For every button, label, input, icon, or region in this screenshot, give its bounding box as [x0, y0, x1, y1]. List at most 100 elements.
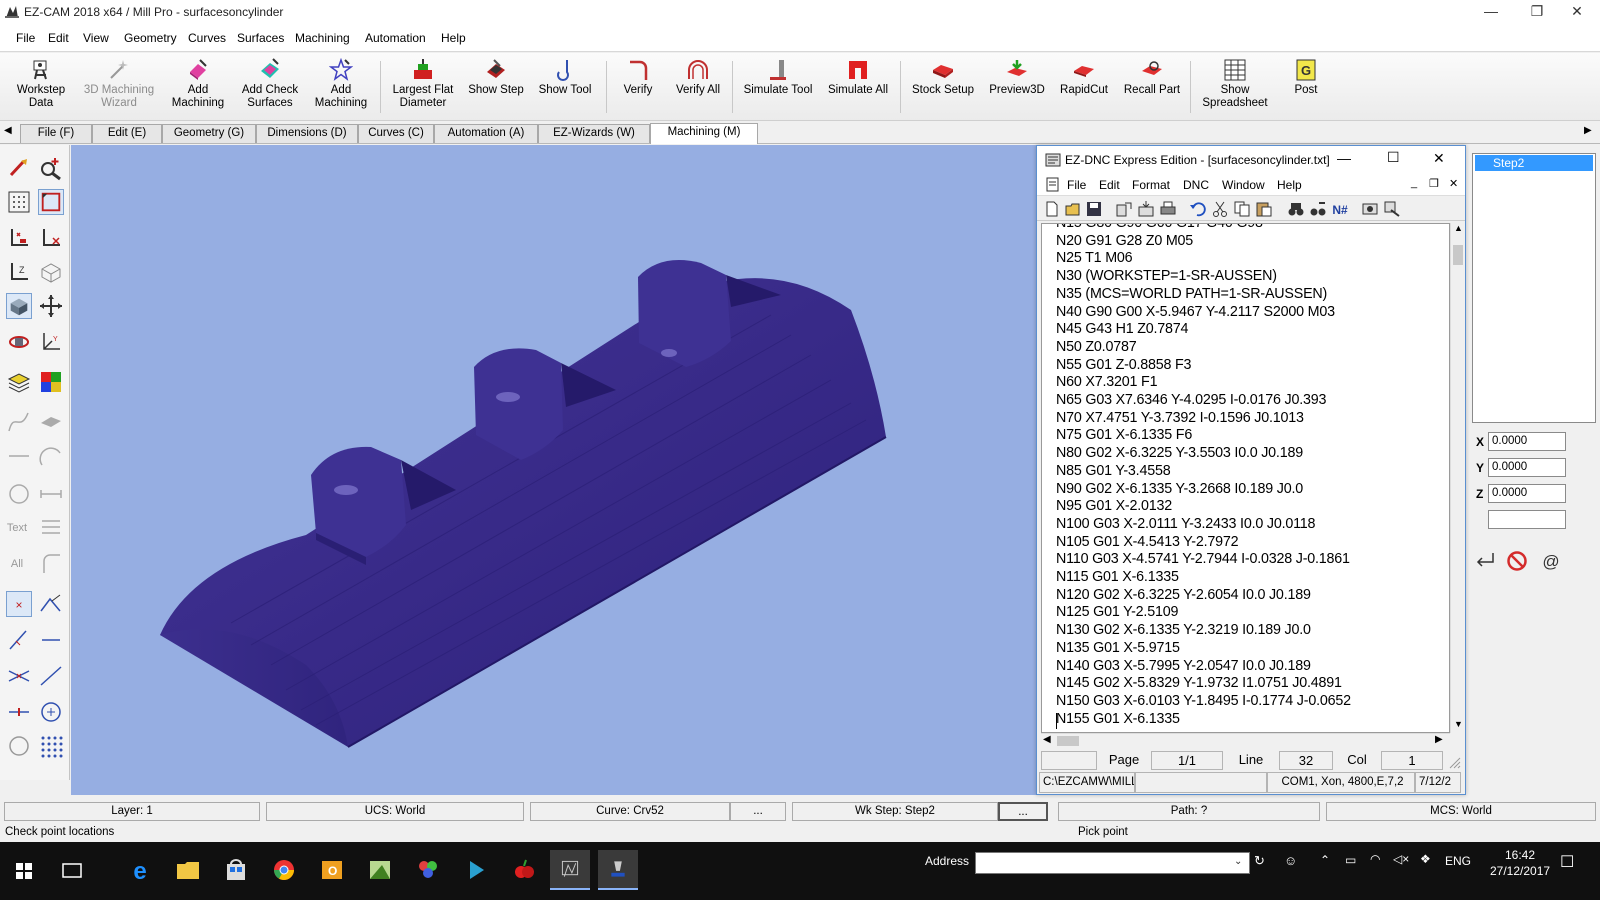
- nc-code-line[interactable]: N85 G01 Y-3.4558: [1056, 463, 1351, 481]
- dnc-child-restore-button[interactable]: ❐: [1429, 177, 1439, 190]
- dnc-menu-help[interactable]: Help: [1277, 178, 1302, 192]
- cut-icon[interactable]: [1211, 200, 1229, 218]
- dnc-menu-window[interactable]: Window: [1222, 178, 1265, 192]
- horizontal-snap-icon[interactable]: [38, 627, 64, 653]
- dnc-close-button[interactable]: ✕: [1433, 150, 1445, 167]
- open-folder-icon[interactable]: [1064, 200, 1082, 218]
- workstep-more-button[interactable]: ...: [998, 802, 1048, 821]
- x-coordinate-field[interactable]: 0.0000: [1488, 432, 1566, 451]
- workstep-status[interactable]: Wk Step: Step2: [792, 802, 998, 821]
- ezcam-taskbar-icon[interactable]: [550, 850, 590, 890]
- colorful-app-icon[interactable]: [408, 850, 448, 890]
- menu-machining[interactable]: Machining: [295, 31, 350, 45]
- scroll-left-icon[interactable]: ◀: [1043, 734, 1051, 745]
- preview3d-button[interactable]: Preview3D: [984, 56, 1050, 118]
- z-coordinate-field[interactable]: 0.0000: [1488, 484, 1566, 503]
- at-relative-icon[interactable]: @: [1540, 550, 1562, 572]
- refresh-icon[interactable]: ↻: [1254, 853, 1265, 869]
- tangent-snap-icon[interactable]: [6, 627, 32, 653]
- menu-automation[interactable]: Automation: [365, 31, 426, 45]
- largest-flat-diameter-button[interactable]: Largest Flat Diameter: [388, 56, 458, 118]
- editor-horizontal-scrollbar[interactable]: ◀ ▶: [1041, 733, 1450, 748]
- dnc-child-minimize-button[interactable]: _: [1411, 177, 1417, 189]
- scroll-right-icon[interactable]: ▶: [1435, 734, 1443, 745]
- text-tool[interactable]: Text: [4, 515, 30, 541]
- layer-status[interactable]: Layer: 1: [4, 802, 260, 821]
- add-machining-star-button[interactable]: Add Machining: [310, 56, 372, 118]
- nc-code-line[interactable]: N105 G01 X-4.5413 Y-2.7972: [1056, 534, 1351, 552]
- tabs-scroll-left-icon[interactable]: ◀: [4, 125, 12, 136]
- nc-code-line[interactable]: N100 G03 X-2.0111 Y-3.2433 I0.0 J0.0118: [1056, 516, 1351, 534]
- renumber-icon[interactable]: N#: [1331, 200, 1349, 218]
- receive-icon[interactable]: [1137, 200, 1155, 218]
- fruit-app-icon[interactable]: [504, 850, 544, 890]
- vertical-scroll-thumb[interactable]: [1453, 245, 1463, 265]
- nc-code-line[interactable]: N20 G91 G28 Z0 M05: [1056, 233, 1351, 251]
- address-input[interactable]: ⌄: [975, 852, 1250, 874]
- find-next-icon[interactable]: [1309, 200, 1327, 218]
- tab-curves[interactable]: Curves (C): [358, 124, 434, 143]
- nc-code-line[interactable]: N45 G43 H1 Z0.7874: [1056, 321, 1351, 339]
- center-snap-icon[interactable]: [38, 699, 64, 725]
- stock-setup-button[interactable]: Stock Setup: [908, 56, 978, 118]
- menu-edit[interactable]: Edit: [48, 31, 69, 45]
- dnc-minimize-button[interactable]: —: [1337, 150, 1351, 166]
- pick-icon[interactable]: [6, 155, 32, 181]
- nc-code-line[interactable]: N125 G01 Y-2.5109: [1056, 604, 1351, 622]
- dnc-menu-edit[interactable]: Edit: [1099, 178, 1120, 192]
- menu-help[interactable]: Help: [441, 31, 466, 45]
- axis-xyz-icon[interactable]: [38, 225, 64, 251]
- close-button[interactable]: ✕: [1554, 0, 1600, 24]
- ucs-icon[interactable]: Y: [38, 329, 64, 355]
- menu-surfaces[interactable]: Surfaces: [237, 31, 284, 45]
- axis-icon[interactable]: [6, 225, 32, 251]
- clock-time[interactable]: 16:42: [1490, 848, 1550, 862]
- task-view-icon[interactable]: [52, 850, 92, 890]
- nc-code-line[interactable]: N130 G02 X-6.1335 Y-2.3219 I0.189 J0.0: [1056, 622, 1351, 640]
- nc-code-line[interactable]: N135 G01 X-5.9715: [1056, 640, 1351, 658]
- arc-icon[interactable]: [38, 443, 64, 469]
- curve-more-button[interactable]: ...: [730, 802, 786, 821]
- dnc-menu-format[interactable]: Format: [1132, 178, 1170, 192]
- tree-item-step2[interactable]: Step2: [1475, 155, 1593, 171]
- dnc-menu-dnc[interactable]: DNC: [1183, 178, 1209, 192]
- edge-icon[interactable]: e: [120, 850, 160, 890]
- nc-code-line[interactable]: N90 G02 X-6.1335 Y-3.2668 I0.189 J0.0: [1056, 481, 1351, 499]
- add-machining-button[interactable]: Add Machining: [166, 56, 230, 118]
- language-indicator[interactable]: ENG: [1445, 854, 1471, 868]
- color-palette-icon[interactable]: [38, 369, 64, 395]
- nc-code-line[interactable]: N155 G01 X-6.1335: [1056, 711, 1351, 729]
- tab-ez-wizards[interactable]: EZ-Wizards (W): [538, 124, 650, 143]
- store-icon[interactable]: [216, 850, 256, 890]
- y-coordinate-field[interactable]: 0.0000: [1488, 458, 1566, 477]
- workstep-tree[interactable]: Step2: [1472, 153, 1596, 423]
- nc-code-line[interactable]: N110 G03 X-4.5741 Y-2.7944 I-0.0328 J-0.…: [1056, 551, 1351, 569]
- verify-button[interactable]: Verify: [614, 56, 662, 118]
- menu-geometry[interactable]: Geometry: [124, 31, 177, 45]
- dnc-maximize-button[interactable]: ☐: [1387, 149, 1400, 166]
- dnc-port-icon[interactable]: [1383, 200, 1401, 218]
- find-icon[interactable]: [1287, 200, 1305, 218]
- grid-snap-icon[interactable]: [38, 733, 64, 759]
- nc-code-line[interactable]: N30 (WORKSTEP=1-SR-AUSSEN): [1056, 268, 1351, 286]
- tab-geometry[interactable]: Geometry (G): [162, 124, 256, 143]
- rapidcut-button[interactable]: RapidCut: [1054, 56, 1114, 118]
- tab-machining[interactable]: Machining (M): [650, 123, 758, 144]
- nc-code-editor[interactable]: N15 G80 G90 G00 G17 G40 G98 N20 G91 G28 Z…: [1041, 223, 1450, 733]
- pan-icon[interactable]: [38, 293, 64, 319]
- solid-view-icon[interactable]: [6, 293, 32, 319]
- nc-code-line[interactable]: N60 X7.3201 F1: [1056, 374, 1351, 392]
- nc-code-line[interactable]: N95 G01 X-2.0132: [1056, 498, 1351, 516]
- window-select-icon[interactable]: [38, 189, 64, 215]
- ez-dnc-window[interactable]: EZ-DNC Express Edition - [surfacesoncyli…: [1036, 145, 1466, 795]
- layers-icon[interactable]: [6, 369, 32, 395]
- rotate-icon[interactable]: [6, 329, 32, 355]
- arrow-app-icon[interactable]: [456, 850, 496, 890]
- post-button[interactable]: G Post: [1282, 56, 1330, 118]
- volume-icon[interactable]: ◁×: [1393, 852, 1409, 866]
- grid-icon[interactable]: [6, 189, 32, 215]
- tab-file[interactable]: File (F): [20, 124, 92, 143]
- minimize-button[interactable]: —: [1468, 0, 1514, 24]
- zoom-icon[interactable]: [38, 155, 64, 181]
- dropbox-icon[interactable]: ❖: [1420, 852, 1431, 866]
